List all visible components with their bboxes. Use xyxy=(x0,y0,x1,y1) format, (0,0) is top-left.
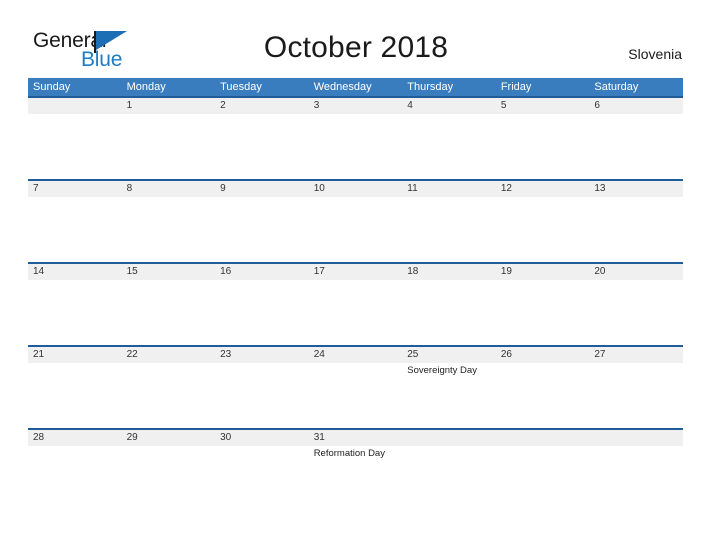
day-event xyxy=(122,363,216,428)
day-header-thursday: Thursday xyxy=(407,81,454,93)
day-event xyxy=(589,197,683,262)
date-number[interactable]: 13 xyxy=(589,181,683,197)
date-number[interactable]: 5 xyxy=(496,98,590,114)
date-number[interactable]: 10 xyxy=(309,181,403,197)
day-event xyxy=(28,280,122,345)
day-event xyxy=(589,446,683,506)
week-date-band: 1 2 3 4 5 6 xyxy=(28,96,683,114)
week-event-band xyxy=(28,197,683,262)
day-event xyxy=(215,197,309,262)
day-event xyxy=(496,280,590,345)
date-number[interactable]: 7 xyxy=(28,181,122,197)
date-number[interactable]: 24 xyxy=(309,347,403,363)
day-event xyxy=(215,446,309,506)
day-header-wednesday: Wednesday xyxy=(313,81,372,93)
day-event-sovereignty-day: Sovereignty Day xyxy=(407,365,477,376)
calendar-week-row: 7 8 9 10 11 12 13 xyxy=(28,179,683,262)
day-event xyxy=(496,363,590,428)
day-event xyxy=(309,114,403,179)
day-event xyxy=(28,114,122,179)
date-number[interactable]: 14 xyxy=(28,264,122,280)
date-number[interactable]: 8 xyxy=(122,181,216,197)
week-date-band: 28 29 30 31 xyxy=(28,428,683,446)
day-event xyxy=(309,363,403,428)
day-event xyxy=(122,197,216,262)
week-event-band: Sovereignty Day xyxy=(28,363,683,428)
day-event xyxy=(496,114,590,179)
calendar-week-row: 21 22 23 24 25 26 27 Sovereignty Day xyxy=(28,345,683,428)
date-number[interactable]: 3 xyxy=(309,98,403,114)
date-number[interactable]: 11 xyxy=(402,181,496,197)
date-number[interactable]: 17 xyxy=(309,264,403,280)
calendar-page: General Blue October 2018 Slovenia Sunda… xyxy=(0,0,712,550)
day-header-sunday: Sunday xyxy=(33,81,71,93)
day-event xyxy=(215,280,309,345)
country-label: Slovenia xyxy=(628,46,682,62)
date-number[interactable]: 26 xyxy=(496,347,590,363)
day-event xyxy=(402,446,496,506)
day-event xyxy=(402,280,496,345)
date-number[interactable]: 16 xyxy=(215,264,309,280)
date-number[interactable]: 4 xyxy=(402,98,496,114)
date-number[interactable]: 31 xyxy=(309,430,403,446)
week-date-band: 14 15 16 17 18 19 20 xyxy=(28,262,683,280)
calendar-week-row: 1 2 3 4 5 6 xyxy=(28,96,683,179)
day-header-tuesday: Tuesday xyxy=(220,81,262,93)
page-header: General Blue October 2018 Slovenia xyxy=(0,0,712,78)
date-number[interactable]: 27 xyxy=(589,347,683,363)
day-event-reformation-day: Reformation Day xyxy=(313,448,385,459)
week-event-band xyxy=(28,280,683,345)
week-event-band: Reformation Day xyxy=(28,446,683,506)
calendar-week-row: 14 15 16 17 18 19 20 xyxy=(28,262,683,345)
day-event xyxy=(496,446,590,506)
day-event xyxy=(309,280,403,345)
day-event xyxy=(215,114,309,179)
page-title: October 2018 xyxy=(263,31,449,64)
date-number[interactable] xyxy=(402,430,496,446)
day-event xyxy=(496,197,590,262)
date-number[interactable]: 30 xyxy=(215,430,309,446)
day-header-friday: Friday xyxy=(500,81,532,93)
day-event xyxy=(28,363,122,428)
date-number[interactable]: 1 xyxy=(122,98,216,114)
date-number[interactable]: 9 xyxy=(215,181,309,197)
date-number[interactable]: 12 xyxy=(496,181,590,197)
date-number[interactable]: 6 xyxy=(589,98,683,114)
week-event-band xyxy=(28,114,683,179)
date-number[interactable]: 15 xyxy=(122,264,216,280)
day-event xyxy=(122,280,216,345)
day-event xyxy=(589,280,683,345)
date-number[interactable]: 20 xyxy=(589,264,683,280)
date-number[interactable]: 28 xyxy=(28,430,122,446)
date-number[interactable]: 23 xyxy=(215,347,309,363)
day-event xyxy=(309,197,403,262)
calendar-grid: Sunday Monday Tuesday Wednesday Thursday… xyxy=(28,78,683,506)
day-event xyxy=(28,446,122,506)
day-header-monday: Monday xyxy=(126,81,166,93)
day-event xyxy=(589,114,683,179)
date-number[interactable] xyxy=(28,98,122,114)
date-number[interactable]: 18 xyxy=(402,264,496,280)
day-event xyxy=(122,114,216,179)
day-event xyxy=(589,363,683,428)
date-number[interactable]: 22 xyxy=(122,347,216,363)
calendar-week-row: 28 29 30 31 Reformation Day xyxy=(28,428,683,506)
week-date-band: 7 8 9 10 11 12 13 xyxy=(28,179,683,197)
day-of-week-header-row: Sunday Monday Tuesday Wednesday Thursday… xyxy=(28,78,683,96)
day-event xyxy=(122,446,216,506)
day-event xyxy=(215,363,309,428)
date-number[interactable]: 19 xyxy=(496,264,590,280)
day-event xyxy=(28,197,122,262)
date-number[interactable]: 29 xyxy=(122,430,216,446)
day-header-saturday: Saturday xyxy=(594,81,639,93)
date-number[interactable]: 25 xyxy=(402,347,496,363)
day-event xyxy=(402,114,496,179)
date-number[interactable] xyxy=(589,430,683,446)
date-number[interactable] xyxy=(496,430,590,446)
day-event xyxy=(402,197,496,262)
date-number[interactable]: 21 xyxy=(28,347,122,363)
date-number[interactable]: 2 xyxy=(215,98,309,114)
week-date-band: 21 22 23 24 25 26 27 xyxy=(28,345,683,363)
